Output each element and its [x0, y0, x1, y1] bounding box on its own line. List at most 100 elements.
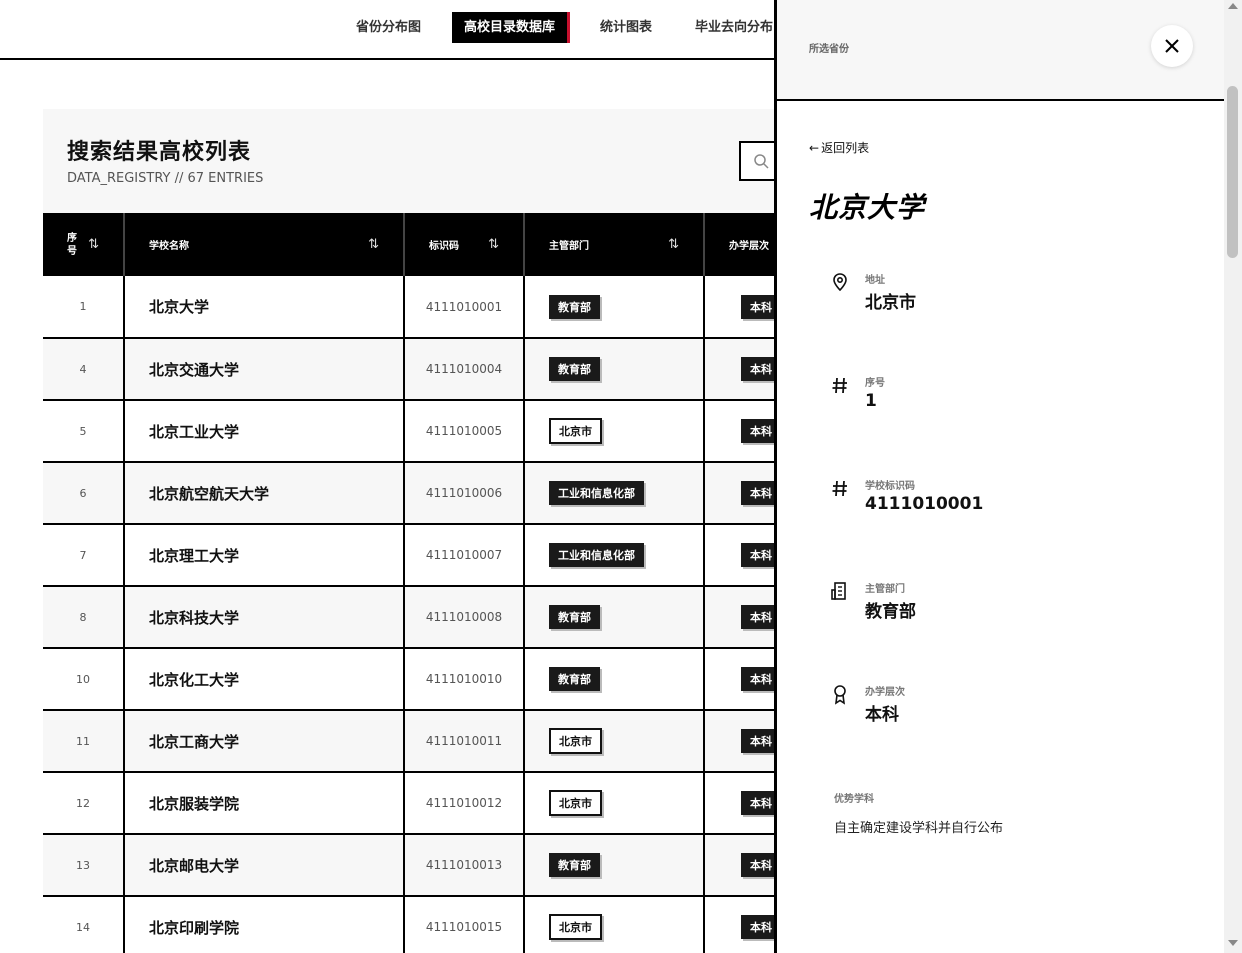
cell-name[interactable]: 北京化工大学	[124, 648, 405, 710]
cell-name[interactable]: 北京科技大学	[124, 586, 405, 648]
tab-university-database[interactable]: 高校目录数据库	[452, 12, 571, 43]
cell-code: 4111010001	[404, 276, 525, 338]
scroll-down-icon[interactable]	[1228, 940, 1238, 946]
cell-name[interactable]: 北京交通大学	[124, 338, 405, 400]
scrollbar[interactable]	[1224, 0, 1242, 953]
sort-icon[interactable]: ⇅	[488, 237, 499, 252]
table-row[interactable]: 5 北京工业大学 4111010005 北京市 本科	[43, 400, 803, 462]
seq-value: 6	[79, 486, 87, 500]
school-name[interactable]: 北京航空航天大学	[149, 485, 269, 503]
drawer-header: 所选省份	[777, 0, 1227, 101]
cell-code: 4111010007	[404, 524, 525, 586]
column-header-label: 主管部门	[549, 241, 589, 252]
scroll-thumb[interactable]	[1227, 86, 1238, 258]
cell-dept: 北京市	[524, 710, 705, 772]
table-row[interactable]: 11 北京工商大学 4111010011 北京市 本科	[43, 710, 803, 772]
column-header-seq[interactable]: 序号 ⇅	[43, 213, 125, 276]
cell-seq: 8	[43, 586, 125, 648]
school-code: 4111010004	[425, 362, 503, 376]
seq-value: 5	[79, 424, 87, 438]
school-name[interactable]: 北京印刷学院	[149, 919, 239, 937]
tab-statistics[interactable]: 统计图表	[588, 12, 664, 43]
seq-value: 7	[79, 548, 87, 562]
field-label: 学校标识码	[865, 481, 915, 492]
table-row[interactable]: 14 北京印刷学院 4111010015 北京市 本科	[43, 896, 803, 953]
cell-code: 4111010012	[404, 772, 525, 834]
school-name[interactable]: 北京工商大学	[149, 733, 239, 751]
dept-badge: 教育部	[549, 605, 600, 629]
school-name[interactable]: 北京工业大学	[149, 423, 239, 441]
search-icon	[754, 154, 769, 169]
seq-value: 8	[79, 610, 87, 624]
cell-name[interactable]: 北京工商大学	[124, 710, 405, 772]
school-code: 4111010007	[425, 548, 503, 562]
table-row[interactable]: 13 北京邮电大学 4111010013 教育部 本科	[43, 834, 803, 896]
table-row[interactable]: 6 北京航空航天大学 4111010006 工业和信息化部 本科	[43, 462, 803, 524]
sort-icon[interactable]: ⇅	[668, 237, 679, 252]
cell-name[interactable]: 北京服装学院	[124, 772, 405, 834]
school-name[interactable]: 北京理工大学	[149, 547, 239, 565]
school-name[interactable]: 北京大学	[149, 298, 209, 316]
cell-name[interactable]: 北京印刷学院	[124, 896, 405, 953]
cell-seq: 6	[43, 462, 125, 524]
school-code: 4111010012	[425, 796, 503, 810]
cell-name[interactable]: 北京航空航天大学	[124, 462, 405, 524]
close-button[interactable]	[1151, 25, 1193, 67]
hash-icon	[832, 480, 847, 497]
sort-icon[interactable]: ⇅	[368, 237, 379, 252]
tab-graduate-destination[interactable]: 毕业去向分布	[683, 12, 785, 43]
cell-name[interactable]: 北京理工大学	[124, 524, 405, 586]
cell-seq: 7	[43, 524, 125, 586]
dept-badge: 工业和信息化部	[549, 481, 644, 505]
cell-dept: 北京市	[524, 772, 705, 834]
table-row[interactable]: 10 北京化工大学 4111010010 教育部 本科	[43, 648, 803, 710]
field-label: 主管部门	[865, 584, 905, 595]
scroll-up-icon[interactable]	[1228, 3, 1238, 9]
school-code: 4111010015	[425, 920, 503, 934]
tab-province-map[interactable]: 省份分布图	[344, 12, 433, 43]
field-value: 北京市	[865, 293, 916, 313]
table-row[interactable]: 7 北京理工大学 4111010007 工业和信息化部 本科	[43, 524, 803, 586]
field-label: 序号	[865, 378, 885, 389]
cell-dept: 北京市	[524, 896, 705, 953]
cell-code: 4111010015	[404, 896, 525, 953]
page-title: 搜索结果高校列表	[67, 140, 252, 165]
cell-seq: 1	[43, 276, 125, 338]
column-header-name[interactable]: 学校名称 ⇅	[124, 213, 405, 276]
table-row[interactable]: 8 北京科技大学 4111010008 教育部 本科	[43, 586, 803, 648]
field-address: 地址 北京市	[829, 271, 1189, 331]
school-name[interactable]: 北京化工大学	[149, 671, 239, 689]
column-header-dept[interactable]: 主管部门 ⇅	[524, 213, 705, 276]
field-school-code: 学校标识码 4111010001	[829, 477, 1189, 537]
cell-code: 4111010006	[404, 462, 525, 524]
award-icon	[834, 685, 846, 705]
cell-name[interactable]: 北京邮电大学	[124, 834, 405, 896]
cell-dept: 教育部	[524, 648, 705, 710]
cell-dept: 教育部	[524, 338, 705, 400]
column-header-code[interactable]: 标识码 ⇅	[404, 213, 525, 276]
table-row[interactable]: 12 北京服装学院 4111010012 北京市 本科	[43, 772, 803, 834]
dept-badge: 工业和信息化部	[549, 543, 644, 567]
back-to-list-link[interactable]: ← 返回列表	[809, 139, 869, 156]
school-name[interactable]: 北京服装学院	[149, 795, 239, 813]
arrow-left-icon: ←	[809, 141, 820, 155]
university-table: 序号 ⇅ 学校名称 ⇅ 标识码 ⇅ 主管部门 ⇅ 办学层次 1 北京大学 411…	[43, 213, 803, 953]
cell-dept: 工业和信息化部	[524, 524, 705, 586]
table-row[interactable]: 1 北京大学 4111010001 教育部 本科	[43, 276, 803, 338]
cell-code: 4111010013	[404, 834, 525, 896]
column-header-label: 办学层次	[729, 241, 769, 252]
school-code: 4111010006	[425, 486, 503, 500]
school-code: 4111010013	[425, 858, 503, 872]
school-name[interactable]: 北京交通大学	[149, 361, 239, 379]
school-name[interactable]: 北京邮电大学	[149, 857, 239, 875]
table-row[interactable]: 4 北京交通大学 4111010004 教育部 本科	[43, 338, 803, 400]
dept-badge: 北京市	[549, 728, 602, 754]
cell-seq: 12	[43, 772, 125, 834]
cell-name[interactable]: 北京工业大学	[124, 400, 405, 462]
school-code: 4111010010	[425, 672, 503, 686]
seq-value: 11	[76, 734, 90, 748]
dept-badge: 教育部	[549, 357, 600, 381]
cell-name[interactable]: 北京大学	[124, 276, 405, 338]
sort-icon[interactable]: ⇅	[88, 237, 99, 252]
school-name[interactable]: 北京科技大学	[149, 609, 239, 627]
